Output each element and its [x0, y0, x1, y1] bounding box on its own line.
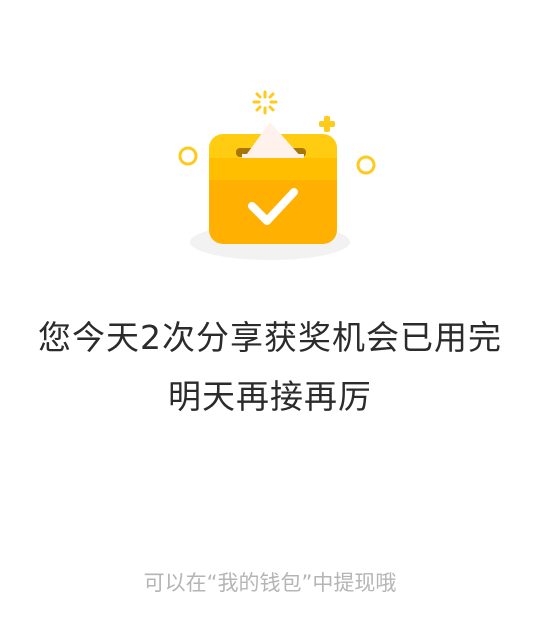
sparkle-icon — [252, 90, 278, 115]
message-line-1: 您今天2次分享获奖机会已用完 — [38, 318, 502, 357]
ballot-box-icon — [178, 90, 376, 260]
plus-star-icon — [319, 116, 335, 132]
circle-decoration-right — [356, 155, 376, 175]
circle-decoration-left — [178, 146, 198, 166]
completed-ballot-box-illustration — [170, 82, 390, 272]
wallet-hint: 可以在“我的钱包”中提现哦 — [143, 571, 397, 595]
message-line-2: 明天再接再厉 — [168, 377, 372, 416]
